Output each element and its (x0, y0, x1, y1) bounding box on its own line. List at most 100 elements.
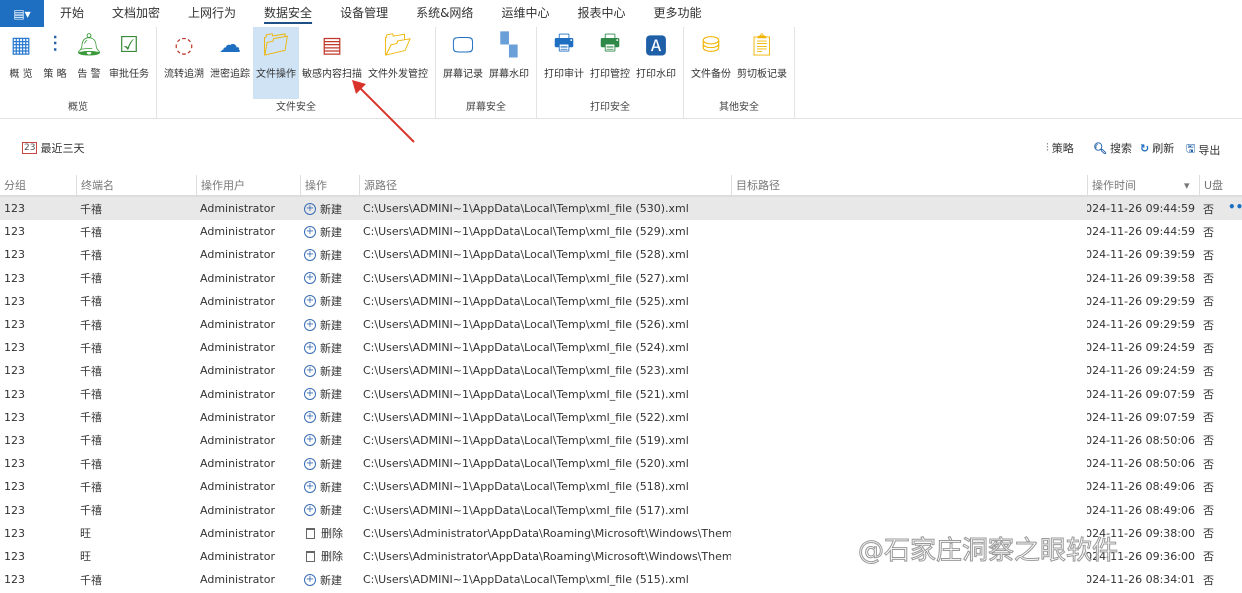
ribbon-button-label: 泄密追踪 (210, 69, 250, 80)
ribbon-button-1-2[interactable]: 📁︎ 文件操作 (253, 27, 299, 99)
ribbon-button-2-0[interactable]: 🖵 屏幕记录 (440, 27, 486, 99)
cell-time: 2024-11-26 09:29:59 (1087, 290, 1199, 313)
table-row[interactable]: 123 千禧 Administrator + 新建 C:\Users\ADMINI~1\A… (0, 290, 1242, 313)
cell-terminal: 千禧 (76, 429, 196, 452)
ribbon-button-0-0[interactable]: ▦ 概 览 (4, 27, 38, 99)
cell-text: 2024-11-26 09:39:59 (1087, 248, 1195, 262)
menu-tab-0[interactable]: 开始 (48, 0, 96, 27)
more-icon[interactable]: ••• (1228, 200, 1242, 214)
cell-operation: + 新建 (300, 290, 359, 313)
ribbon-button-3-1[interactable]: 🖶 打印管控 (587, 27, 633, 99)
table-row[interactable]: 123 千禧 Administrator + 新建 C:\Users\ADMINI~1\A… (0, 475, 1242, 498)
ribbon-button-4-1[interactable]: 📋︎ 剪切板记录 (734, 27, 790, 99)
app-menu-button[interactable]: ▤▾ (0, 0, 44, 27)
menu-tab-4[interactable]: 设备管理 (328, 0, 400, 27)
column-header-3[interactable]: 操作 (300, 175, 359, 195)
cell-usb: 否 (1199, 243, 1242, 266)
ribbon-button-label: 打印管控 (590, 69, 630, 80)
table-row[interactable]: 123 千禧 Administrator + 新建 C:\Users\ADMINI~1\A… (0, 359, 1242, 382)
table-row[interactable]: 123 千禧 Administrator + 新建 C:\Users\ADMINI~1\A… (0, 498, 1242, 521)
cell-usb: 否 (1199, 290, 1242, 313)
cell-text: 千禧 (80, 434, 102, 448)
cell-terminal: 旺 (76, 545, 196, 568)
table-row[interactable]: 123 千禧 Administrator + 新建 C:\Users\ADMINI~1\A… (0, 313, 1242, 336)
cell-text: 否 (1203, 411, 1214, 425)
sliders-icon: ⫶ (1046, 141, 1049, 154)
cell-text: 2024-11-26 09:39:58 (1087, 271, 1195, 285)
ribbon-button-3-2[interactable]: 🅰 打印水印 (633, 27, 679, 99)
cell-text: 123 (4, 294, 25, 308)
table-row[interactable]: 123 千禧 Administrator + 新建 C:\Users\ADMINI~1\A… (0, 383, 1242, 406)
cell-text: 千禧 (80, 573, 102, 587)
cell-text: 千禧 (80, 272, 102, 286)
cell-text: 123 (4, 271, 25, 285)
plus-circle-icon: + (304, 341, 316, 354)
cell-user: Administrator (196, 429, 300, 452)
date-filter-button[interactable]: 23 最近三天 (22, 140, 84, 156)
table-row[interactable]: 123 千禧 Administrator + 新建 C:\Users\ADMINI~1\A… (0, 220, 1242, 243)
table-row[interactable]: 123 千禧 Administrator + 新建 C:\Users\ADMINI~1\A… (0, 429, 1242, 452)
refresh-button[interactable]: ↻ 刷新 (1140, 140, 1174, 156)
cell-text: 新建 (320, 202, 342, 216)
cell-text: 123 (4, 225, 25, 239)
ribbon-group-items: ▦ 概 览 ⫶ 策 略 🔔︎ 告 警 ☑ 审批任务 (4, 27, 152, 99)
cell-text: 否 (1203, 527, 1214, 541)
ribbon-group-3: 🖶 打印审计 🖶 打印管控 🅰 打印水印 打印安全 (537, 27, 684, 118)
cell-text: 否 (1203, 480, 1214, 494)
ribbon-button-4-0[interactable]: ⛁ 文件备份 (688, 27, 734, 99)
ribbon-button-0-1[interactable]: ⫶ 策 略 (38, 27, 72, 99)
policy-button[interactable]: ⫶ 策略 (1046, 140, 1074, 156)
menu-tab-3[interactable]: 数据安全 (252, 0, 324, 27)
cell-text: Administrator (200, 225, 275, 239)
refresh-icon: ↻ (1140, 141, 1150, 155)
search-button[interactable]: 🔍︎ 搜索 (1093, 140, 1132, 156)
column-header-4[interactable]: 源路径 (359, 175, 731, 195)
cell-user: Administrator (196, 220, 300, 243)
table-row[interactable]: 123 千禧 Administrator + 新建 C:\Users\ADMINI~1\A… (0, 267, 1242, 290)
menu-tab-7[interactable]: 报表中心 (565, 0, 637, 27)
cell-group: 123 (0, 545, 76, 568)
ribbon-button-1-1[interactable]: ☁ 泄密追踪 (207, 27, 253, 99)
export-button[interactable]: 🖫 导出 (1186, 140, 1220, 159)
document-scan-icon: ▤ (321, 32, 343, 58)
ribbon-button-0-3[interactable]: ☑ 审批任务 (106, 27, 152, 99)
table-row[interactable]: 123 千禧 Administrator + 新建 C:\Users\ADMINI~1\A… (0, 197, 1242, 221)
column-header-6[interactable]: 操作时间 (1087, 175, 1199, 195)
menu-tab-1[interactable]: 文档加密 (100, 0, 172, 27)
cell-text: Administrator (200, 503, 275, 517)
cell-text: 2024-11-26 09:24:59 (1087, 341, 1195, 355)
table-row[interactable]: 123 千禧 Administrator + 新建 C:\Users\ADMINI~1\A… (0, 452, 1242, 475)
cell-text: Administrator (200, 294, 275, 308)
ribbon-button-3-0[interactable]: 🖶 打印审计 (541, 27, 587, 99)
cell-target-path (731, 243, 1087, 266)
cell-text: 删除 (321, 550, 343, 564)
ribbon-button-2-1[interactable]: ▚ 屏幕水印 (486, 27, 532, 99)
cell-text: Administrator (200, 248, 275, 262)
cell-text: 2024-11-26 09:44:59 (1087, 225, 1195, 239)
menu-tab-8[interactable]: 更多功能 (641, 0, 713, 27)
cell-terminal: 千禧 (76, 475, 196, 498)
cell-text: C:\Users\ADMINI~1\AppData\Local\Temp\xml… (363, 202, 689, 216)
ribbon-button-0-2[interactable]: 🔔︎ 告 警 (72, 27, 106, 99)
menu-tab-5[interactable]: 系统&网络 (404, 0, 485, 27)
table-row[interactable]: 123 千禧 Administrator + 新建 C:\Users\ADMINI~1\A… (0, 568, 1242, 591)
column-header-0[interactable]: 分组 (0, 175, 76, 195)
table-row[interactable]: 123 千禧 Administrator + 新建 C:\Users\ADMINI~1\A… (0, 406, 1242, 429)
menu-tab-2[interactable]: 上网行为 (176, 0, 248, 27)
ribbon-button-label: 屏幕水印 (489, 69, 529, 80)
column-header-5[interactable]: 目标路径 (731, 175, 1087, 195)
cell-operation: + 新建 (300, 267, 359, 290)
ribbon-button-1-0[interactable]: ◌ 流转追溯 (161, 27, 207, 99)
sort-desc-icon[interactable]: ▾ (1184, 179, 1190, 192)
ribbon-group-items: 🖵 屏幕记录 ▚ 屏幕水印 (440, 27, 532, 99)
table-row[interactable]: 123 千禧 Administrator + 新建 C:\Users\ADMINI~1\A… (0, 243, 1242, 266)
cell-text: 新建 (320, 573, 342, 587)
cell-source-path: C:\Users\ADMINI~1\AppData\Local\Temp\xml… (359, 406, 731, 429)
column-header-1[interactable]: 终端名 (76, 175, 196, 195)
column-header-7[interactable]: U盘 (1199, 175, 1242, 195)
menu-tab-6[interactable]: 运维中心 (489, 0, 561, 27)
table-row[interactable]: 123 千禧 Administrator + 新建 C:\Users\ADMINI~1\A… (0, 336, 1242, 359)
cell-text: Administrator (200, 318, 275, 332)
printer-shield-icon: 🖶 (599, 31, 621, 56)
column-header-2[interactable]: 操作用户 (196, 175, 300, 195)
